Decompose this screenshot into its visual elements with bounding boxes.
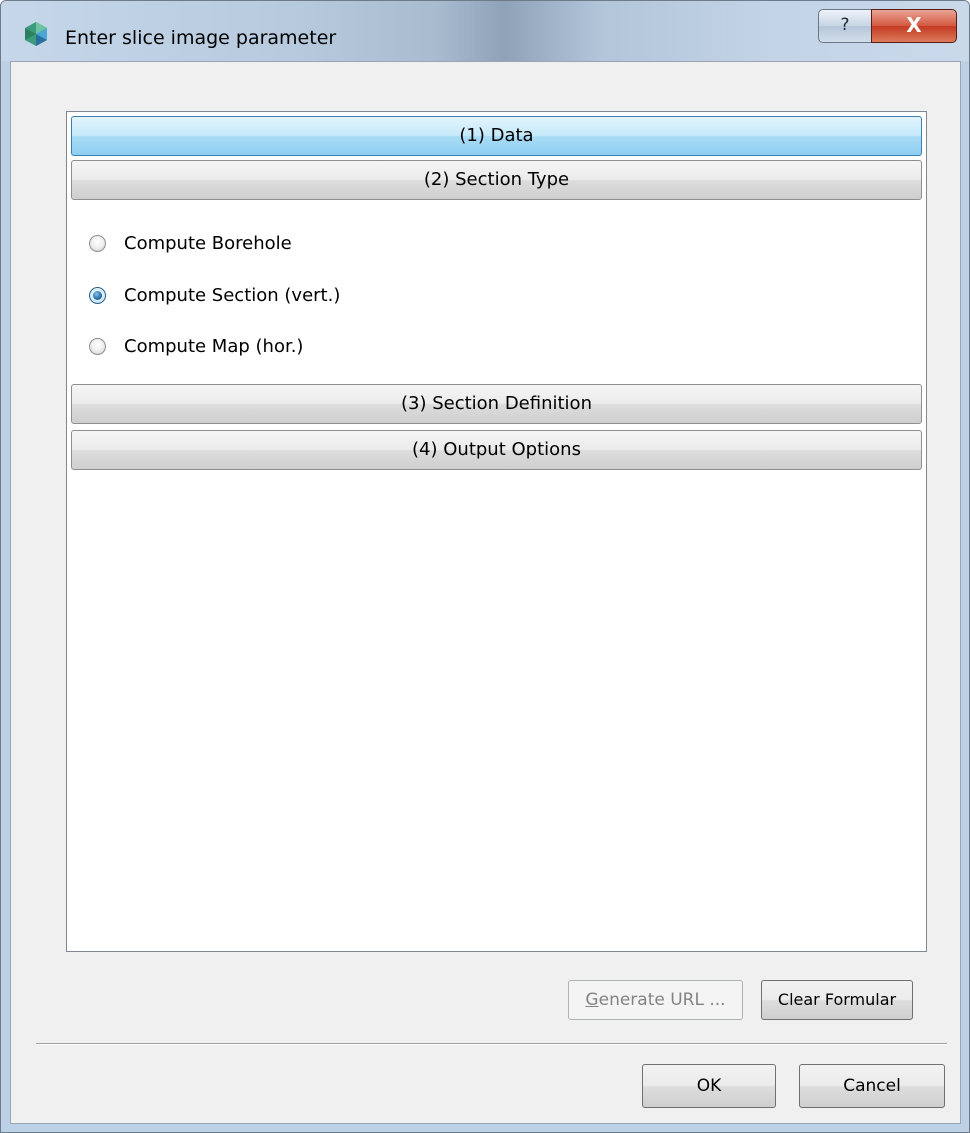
help-button[interactable]: ? [818, 9, 872, 43]
clear-formular-button[interactable]: Clear Formular [761, 980, 913, 1020]
radio-button-map[interactable] [89, 337, 106, 355]
ok-button[interactable]: OK [642, 1064, 776, 1108]
title-bar[interactable]: Enter slice image parameter ? X [1, 1, 969, 61]
section-header-output-options[interactable]: (4) Output Options [71, 430, 922, 470]
radio-label-map: Compute Map (hor.) [124, 335, 304, 357]
radio-option-section[interactable]: Compute Section (vert.) [89, 280, 340, 310]
help-icon: ? [840, 15, 850, 35]
toolbox-panel: (1) Data (2) Section Type Compute Boreho… [66, 111, 927, 952]
radio-option-map[interactable]: Compute Map (hor.) [89, 331, 303, 361]
close-icon: X [906, 13, 922, 37]
close-button[interactable]: X [871, 9, 957, 43]
section-header-data[interactable]: (1) Data [71, 116, 922, 156]
cancel-button[interactable]: Cancel [799, 1064, 945, 1108]
generate-url-button[interactable]: Generate URL ... [568, 980, 743, 1020]
radio-button-borehole[interactable] [89, 234, 106, 252]
section-header-section-type[interactable]: (2) Section Type [71, 160, 922, 200]
button-divider [36, 1043, 947, 1045]
app-logo-icon [25, 22, 47, 46]
dialog-body: (1) Data (2) Section Type Compute Boreho… [10, 61, 961, 1124]
window-title: Enter slice image parameter [65, 27, 337, 49]
radio-label-borehole: Compute Borehole [124, 232, 292, 254]
section-header-section-definition[interactable]: (3) Section Definition [71, 384, 922, 424]
radio-label-section: Compute Section (vert.) [124, 284, 341, 306]
radio-option-borehole[interactable]: Compute Borehole [89, 228, 292, 258]
radio-button-section[interactable] [89, 286, 106, 304]
dialog-window: Enter slice image parameter ? X (1) Data… [0, 0, 970, 1133]
generate-url-label: Generate URL ... [585, 990, 726, 1010]
